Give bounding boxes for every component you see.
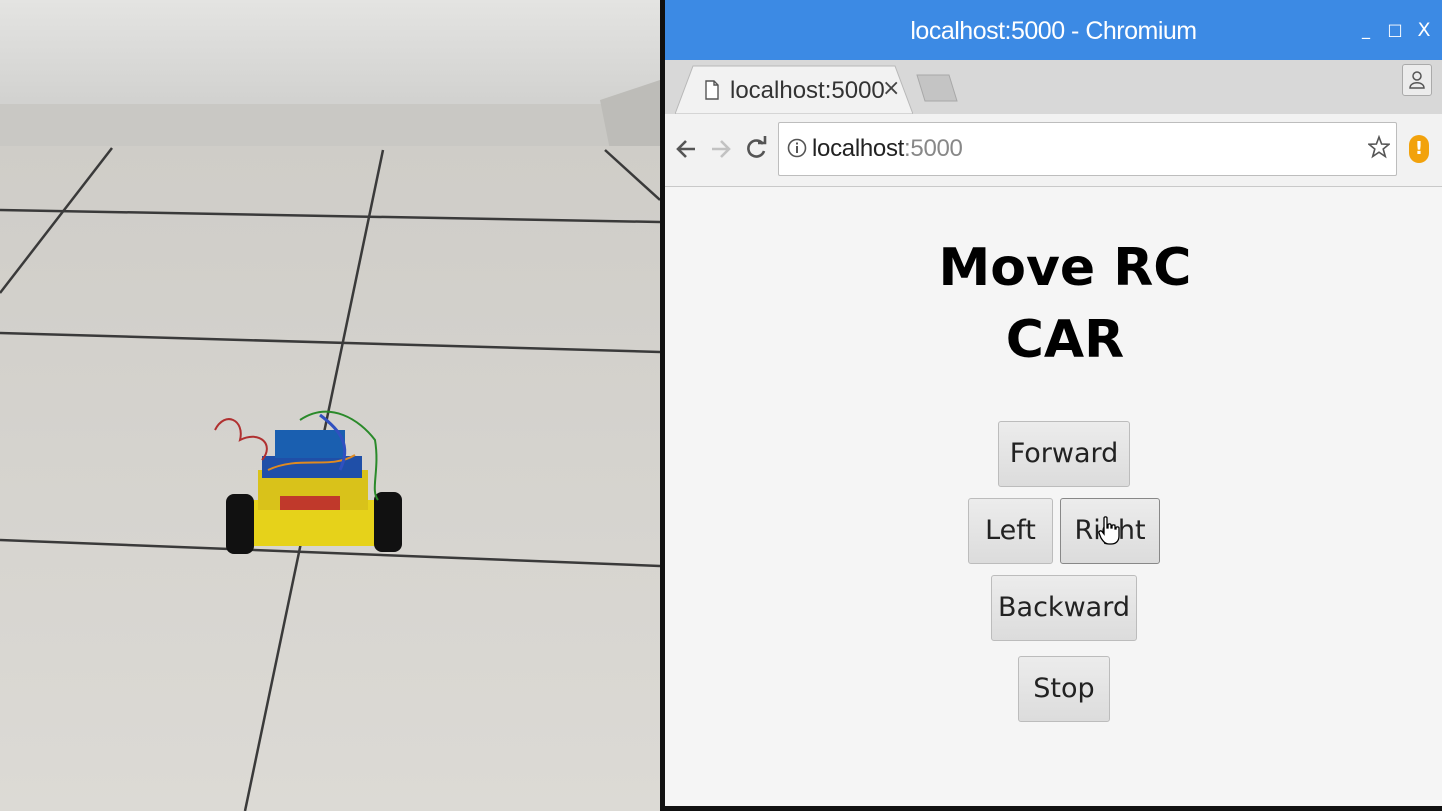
forward-arrow-icon (712, 140, 731, 158)
address-bar[interactable]: localhost:5000 (778, 122, 1397, 176)
tab-localhost[interactable]: localhost:5000 × (675, 64, 913, 114)
page-title: Move RC CAR (665, 232, 1442, 376)
profile-button[interactable] (1402, 64, 1432, 96)
reload-button[interactable] (741, 132, 771, 166)
minimize-button[interactable]: _ (1355, 18, 1377, 42)
tab-close-button[interactable]: × (882, 76, 900, 101)
page-title-line-2: CAR (1005, 310, 1125, 370)
address-text[interactable]: localhost:5000 (812, 135, 963, 163)
rc-car-photo (0, 0, 660, 811)
navigation-toolbar: localhost:5000 ! (665, 114, 1442, 187)
document-icon (705, 80, 719, 100)
title-bar: localhost:5000 - Chromium _ □ X (665, 0, 1442, 60)
window-title: localhost:5000 - Chromium (910, 17, 1197, 45)
backward-button[interactable]: Backward (991, 575, 1137, 641)
stop-button[interactable]: Stop (1018, 656, 1110, 722)
camera-photo (0, 0, 660, 811)
hand-cursor-icon (1098, 516, 1120, 545)
profile-icon (1409, 71, 1425, 89)
info-icon[interactable] (787, 138, 807, 158)
new-tab-button[interactable] (915, 73, 959, 103)
url-host: localhost (812, 135, 905, 162)
page-title-line-1: Move RC (938, 238, 1192, 298)
tab-strip: localhost:5000 × (665, 60, 1442, 114)
reload-icon (747, 136, 767, 158)
forward-button[interactable] (706, 132, 736, 166)
browser-window: localhost:5000 - Chromium _ □ X localhos… (665, 0, 1442, 806)
page-content: Move RC CAR Forward Left Right Backward … (665, 187, 1442, 806)
back-button[interactable] (673, 132, 703, 166)
left-button[interactable]: Left (968, 498, 1053, 564)
back-arrow-icon (676, 140, 695, 158)
forward-move-button[interactable]: Forward (998, 421, 1130, 487)
tab-title: localhost:5000 (730, 77, 885, 104)
close-window-button[interactable]: X (1413, 18, 1435, 42)
maximize-button[interactable]: □ (1384, 18, 1406, 42)
alert-icon[interactable]: ! (1409, 135, 1429, 163)
url-port: :5000 (904, 135, 963, 162)
star-icon[interactable] (1368, 135, 1390, 159)
